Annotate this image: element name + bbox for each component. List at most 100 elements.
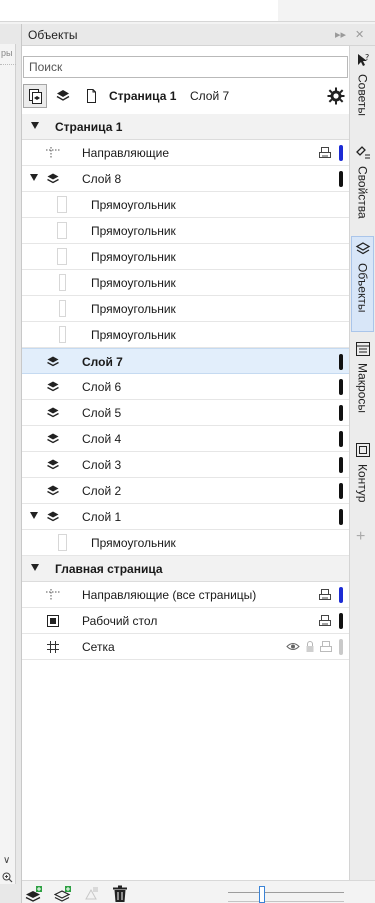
layer-icon <box>45 354 61 370</box>
new-symbol-button[interactable] <box>81 884 101 903</box>
tree-master-guides-row[interactable]: Направляющие (все страницы) <box>22 582 349 608</box>
trash-icon <box>113 885 127 902</box>
object-label: Прямоугольник <box>91 276 176 290</box>
tree-layer-row[interactable]: Слой 2 <box>22 478 349 504</box>
layer-color-swatch[interactable] <box>339 171 343 187</box>
expand-icon[interactable]: ▸▸ <box>335 28 346 41</box>
layer-label: Слой 1 <box>82 510 122 524</box>
printer-icon[interactable] <box>318 146 332 160</box>
tab-outline[interactable]: Контур <box>351 438 374 524</box>
tab-hints[interactable]: ? Советы <box>351 48 374 138</box>
layer-label: Слой 8 <box>82 172 122 186</box>
eye-icon[interactable] <box>286 640 300 653</box>
zoom-icon[interactable] <box>2 872 13 886</box>
tree-layer-row[interactable]: Слой 4 <box>22 426 349 452</box>
desktop-label: Рабочий стол <box>82 614 158 628</box>
top-divider <box>0 21 375 22</box>
layer-icon <box>45 405 61 421</box>
thumbnail-size-track <box>228 892 344 893</box>
rectangle-thumbnail <box>58 534 67 551</box>
new-symbol-icon <box>85 887 98 900</box>
tree-object-row[interactable]: Прямоугольник <box>22 192 349 218</box>
lock-icon[interactable] <box>304 640 317 653</box>
layer-color-swatch[interactable] <box>339 354 343 370</box>
docker-title: Объекты <box>28 28 78 42</box>
tree-layer-row-selected[interactable]: Слой 7 <box>22 348 349 374</box>
tree-layer-row[interactable]: Слой 5 <box>22 400 349 426</box>
docker-tabbar: ? Советы Свойства Объекты Макросы Контур… <box>349 46 375 903</box>
top-canvas-area <box>0 0 278 21</box>
view-pages-layers-objects-button[interactable] <box>23 84 47 108</box>
layer-label: Слой 7 <box>82 355 123 369</box>
new-master-layer-button[interactable] <box>53 884 73 903</box>
rectangle-thumbnail <box>57 248 67 265</box>
printer-icon[interactable] <box>318 614 332 628</box>
objects-docker: Объекты ▸▸ ✕ Страница 1 Слой 7 Страница … <box>22 24 375 903</box>
layer-color-swatch[interactable] <box>339 405 343 421</box>
add-tab-icon[interactable]: + <box>356 528 365 546</box>
docker-bottom-toolbar <box>22 880 375 903</box>
layer-icon <box>45 171 61 187</box>
tree-object-row[interactable]: Прямоугольник <box>22 530 349 556</box>
top-strip <box>0 0 375 24</box>
search-input[interactable] <box>23 56 348 78</box>
layer-color-swatch[interactable] <box>339 457 343 473</box>
close-icon[interactable]: ✕ <box>355 28 364 41</box>
new-layer-button[interactable] <box>24 884 44 903</box>
rectangle-thumbnail <box>57 196 67 213</box>
object-label: Прямоугольник <box>91 224 176 238</box>
new-layer-icon <box>25 886 42 902</box>
tree-page-row[interactable]: Страница 1 <box>22 114 349 140</box>
expand-triangle-icon[interactable] <box>30 512 38 519</box>
layer-color-swatch[interactable] <box>339 639 343 655</box>
tab-properties[interactable]: Свойства <box>351 140 374 236</box>
new-master-layer-icon <box>54 886 71 902</box>
expand-triangle-icon[interactable] <box>31 122 39 129</box>
thumbnail-size-slider[interactable] <box>259 886 265 903</box>
outline-icon <box>355 442 371 458</box>
printer-icon[interactable] <box>318 588 332 602</box>
tab-macros[interactable]: Макросы <box>351 337 374 433</box>
tree-layer-row[interactable]: Слой 3 <box>22 452 349 478</box>
layer-color-swatch[interactable] <box>339 587 343 603</box>
current-page-label: Страница 1 <box>109 89 177 103</box>
chevron-down-icon[interactable]: ∨ <box>3 855 10 866</box>
layer-color-swatch[interactable] <box>339 379 343 395</box>
tree-layer-row[interactable]: Слой 6 <box>22 374 349 400</box>
vertical-ruler <box>0 44 16 884</box>
view-layers-objects-button[interactable] <box>51 84 75 108</box>
layer-color-swatch[interactable] <box>339 613 343 629</box>
rectangle-thumbnail <box>59 274 66 291</box>
tree-object-row[interactable]: Прямоугольник <box>22 244 349 270</box>
layer-color-swatch[interactable] <box>339 145 343 161</box>
layer-label: Слой 6 <box>82 380 122 394</box>
tab-objects[interactable]: Объекты <box>351 236 374 332</box>
layer-color-swatch[interactable] <box>339 509 343 525</box>
tree-object-row[interactable]: Прямоугольник <box>22 322 349 348</box>
tree-object-row[interactable]: Прямоугольник <box>22 218 349 244</box>
properties-icon <box>355 144 371 160</box>
tree-guides-row[interactable]: Направляющие <box>22 140 349 166</box>
tree-object-row[interactable]: Прямоугольник <box>22 270 349 296</box>
layer-color-swatch[interactable] <box>339 431 343 447</box>
tree-object-row[interactable]: Прямоугольник <box>22 296 349 322</box>
expand-triangle-icon[interactable] <box>31 564 39 571</box>
layer-color-swatch[interactable] <box>339 483 343 499</box>
view-objects-button[interactable] <box>79 84 103 108</box>
layer-icon <box>45 509 61 525</box>
tree-desktop-row[interactable]: Рабочий стол <box>22 608 349 634</box>
printer-icon[interactable] <box>319 640 332 653</box>
tree-master-page-row[interactable]: Главная страница <box>22 556 349 582</box>
layers-icon <box>56 90 70 101</box>
object-label: Прямоугольник <box>91 328 176 342</box>
gear-icon[interactable] <box>326 86 346 106</box>
tree-layer-row[interactable]: Слой 1 <box>22 504 349 530</box>
thumbnail-size-baseline <box>228 901 344 902</box>
docker-toolbar: Страница 1 Слой 7 <box>22 84 349 110</box>
tab-label: Макросы <box>355 363 370 414</box>
delete-button[interactable] <box>110 884 130 903</box>
tree-grid-row[interactable]: Сетка <box>22 634 349 660</box>
expand-triangle-icon[interactable] <box>30 174 38 181</box>
tree-layer-row[interactable]: Слой 8 <box>22 166 349 192</box>
pages-layers-icon <box>29 89 42 104</box>
